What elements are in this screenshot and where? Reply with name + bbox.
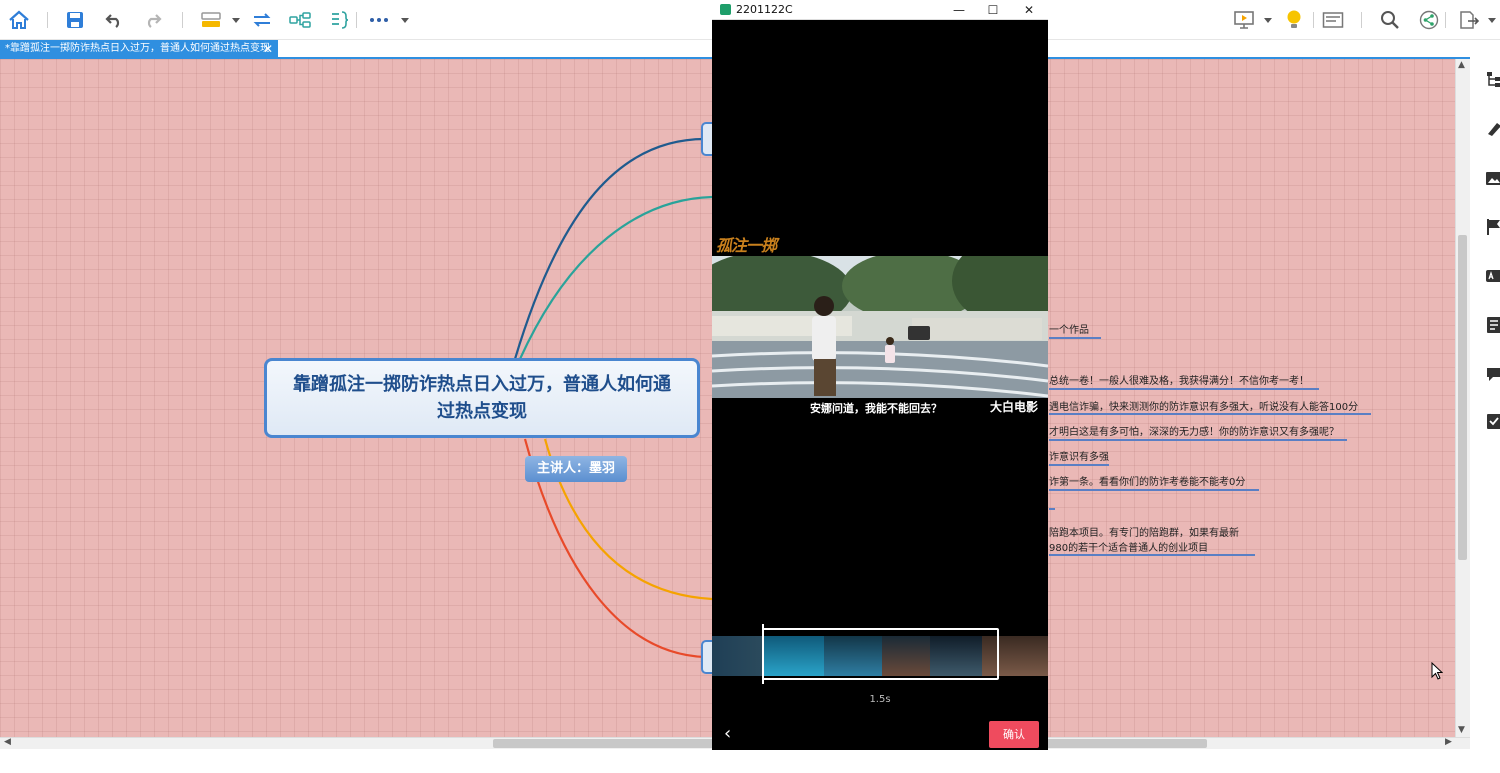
branch-text[interactable]: 一个作品 <box>1049 321 1089 336</box>
branch-underline <box>1049 508 1055 510</box>
outline-icon[interactable] <box>1321 8 1345 32</box>
home-icon[interactable] <box>7 8 31 32</box>
style-dropdown-caret[interactable] <box>231 14 241 26</box>
text-style-icon[interactable] <box>1485 268 1500 286</box>
summary-icon[interactable] <box>327 8 351 32</box>
branch-text[interactable]: 陪跑本项目。有专门的陪跑群，如果有最新 <box>1049 524 1239 539</box>
toolbar-separator <box>182 12 183 28</box>
document-tab-title: *靠蹭孤注一掷防诈热点日入过万，普通人如何通过热点变现 <box>5 43 270 54</box>
relation-icon[interactable] <box>288 8 312 32</box>
undo-icon[interactable] <box>102 8 126 32</box>
branch-underline <box>1049 388 1319 390</box>
maximize-button[interactable]: ☐ <box>976 0 1010 20</box>
flag-icon[interactable] <box>1485 218 1500 236</box>
speaker-node[interactable]: 主讲人：墨羽 <box>525 456 627 482</box>
notes-icon[interactable] <box>1485 316 1500 334</box>
video-frame[interactable] <box>712 256 1048 398</box>
app-icon <box>720 4 731 15</box>
share-icon[interactable] <box>1417 8 1441 32</box>
redo-icon[interactable] <box>141 8 165 32</box>
scroll-down-arrow-icon[interactable]: ▼ <box>1458 725 1465 735</box>
branch-text[interactable]: 980的若干个适合普通人的创业项目 <box>1049 539 1208 554</box>
status-strip <box>0 749 1500 773</box>
paint-brush-icon[interactable] <box>1485 120 1500 138</box>
vertical-scroll-thumb[interactable] <box>1458 235 1467 560</box>
app-window: *靠蹭孤注一掷防诈热点日入过万，普通人如何通过热点变现 ✕ 靠蹭孤注一掷防诈热点… <box>0 0 1500 773</box>
connect-icon[interactable] <box>250 8 274 32</box>
close-button[interactable]: ✕ <box>1012 0 1046 20</box>
back-arrow-icon[interactable]: ‹ <box>724 724 740 744</box>
image-icon[interactable] <box>1485 170 1500 188</box>
video-window-title: 2201122C <box>736 3 793 16</box>
more-dropdown-caret[interactable] <box>400 14 410 26</box>
document-tab[interactable]: *靠蹭孤注一掷防诈热点日入过万，普通人如何通过热点变现 ✕ <box>0 40 278 58</box>
root-node-text: 靠蹭孤注一掷防诈热点日入过万，普通人如何通过热点变现 <box>293 374 671 422</box>
toolbar-separator <box>47 12 48 28</box>
video-window-titlebar[interactable]: 2201122C — ☐ ✕ <box>712 0 1048 20</box>
toolbar-separator <box>356 12 357 28</box>
toolbar-separator <box>1445 12 1446 28</box>
branch-text[interactable]: 诈意识有多强 <box>1049 448 1109 463</box>
video-watermark: 大白电影 <box>990 400 1039 414</box>
idea-icon[interactable] <box>1282 8 1306 32</box>
mouse-cursor-icon <box>1431 661 1444 684</box>
minimize-button[interactable]: — <box>942 0 976 20</box>
present-icon[interactable] <box>1232 8 1256 32</box>
save-icon[interactable] <box>63 8 87 32</box>
branch-connector <box>518 195 713 360</box>
filmstrip-frame <box>712 636 762 676</box>
movie-logo: 孤注一掷 <box>716 236 777 255</box>
mindmap-root-node[interactable]: 靠蹭孤注一掷防诈热点日入过万，普通人如何通过热点变现 <box>264 358 700 438</box>
branch-underline <box>1049 337 1101 339</box>
export-dropdown-caret[interactable] <box>1487 14 1497 26</box>
style-icon[interactable] <box>199 8 223 32</box>
video-scene-image <box>712 256 1048 398</box>
present-dropdown-caret[interactable] <box>1263 14 1273 26</box>
branch-underline <box>1049 439 1347 441</box>
scroll-left-arrow-icon[interactable]: ◀ <box>4 737 11 747</box>
branch-underline <box>1049 554 1255 556</box>
more-icon[interactable] <box>367 8 391 32</box>
toolbar-separator <box>1313 12 1314 28</box>
playhead-handle[interactable] <box>762 624 764 684</box>
branch-text[interactable]: 才明白这是有多可怕，深深的无力感！你的防诈意识又有多强呢？ <box>1049 423 1339 438</box>
task-icon[interactable] <box>1485 412 1500 430</box>
video-subtitle: 安娜问道，我能不能回去？ <box>810 402 942 415</box>
scroll-right-arrow-icon[interactable]: ▶ <box>1445 737 1452 747</box>
branch-underline <box>1049 489 1259 491</box>
search-icon[interactable] <box>1378 8 1402 32</box>
branch-text[interactable]: 总统一卷！一般人很难及格，我获得满分！不信你考一考！ <box>1049 372 1309 387</box>
comment-icon[interactable] <box>1485 365 1500 383</box>
clip-duration: 1.5s <box>869 694 891 705</box>
confirm-button[interactable]: 确认 <box>989 721 1039 748</box>
export-icon[interactable] <box>1457 8 1481 32</box>
toolbar-separator <box>1361 12 1362 28</box>
clip-selection-box[interactable] <box>762 628 999 680</box>
branch-text[interactable]: 诈第一条。看看你们的防诈考卷能不能考0分 <box>1049 473 1245 488</box>
branch-connector <box>513 137 706 360</box>
tab-close-icon[interactable]: ✕ <box>263 40 273 58</box>
right-sidebar <box>1470 59 1500 749</box>
video-window[interactable]: 2201122C — ☐ ✕ 孤注一掷 安娜问道，我能不能回去？ 大白电影 1.… <box>712 0 1048 750</box>
branch-underline <box>1049 413 1371 415</box>
branch-underline <box>1049 464 1109 466</box>
branch-text[interactable]: 遇电信诈骗，快来测测你的防诈意识有多强大，听说没有人能答100分 <box>1049 398 1358 413</box>
scroll-up-arrow-icon[interactable]: ▲ <box>1458 60 1465 70</box>
structure-icon[interactable] <box>1485 70 1500 88</box>
